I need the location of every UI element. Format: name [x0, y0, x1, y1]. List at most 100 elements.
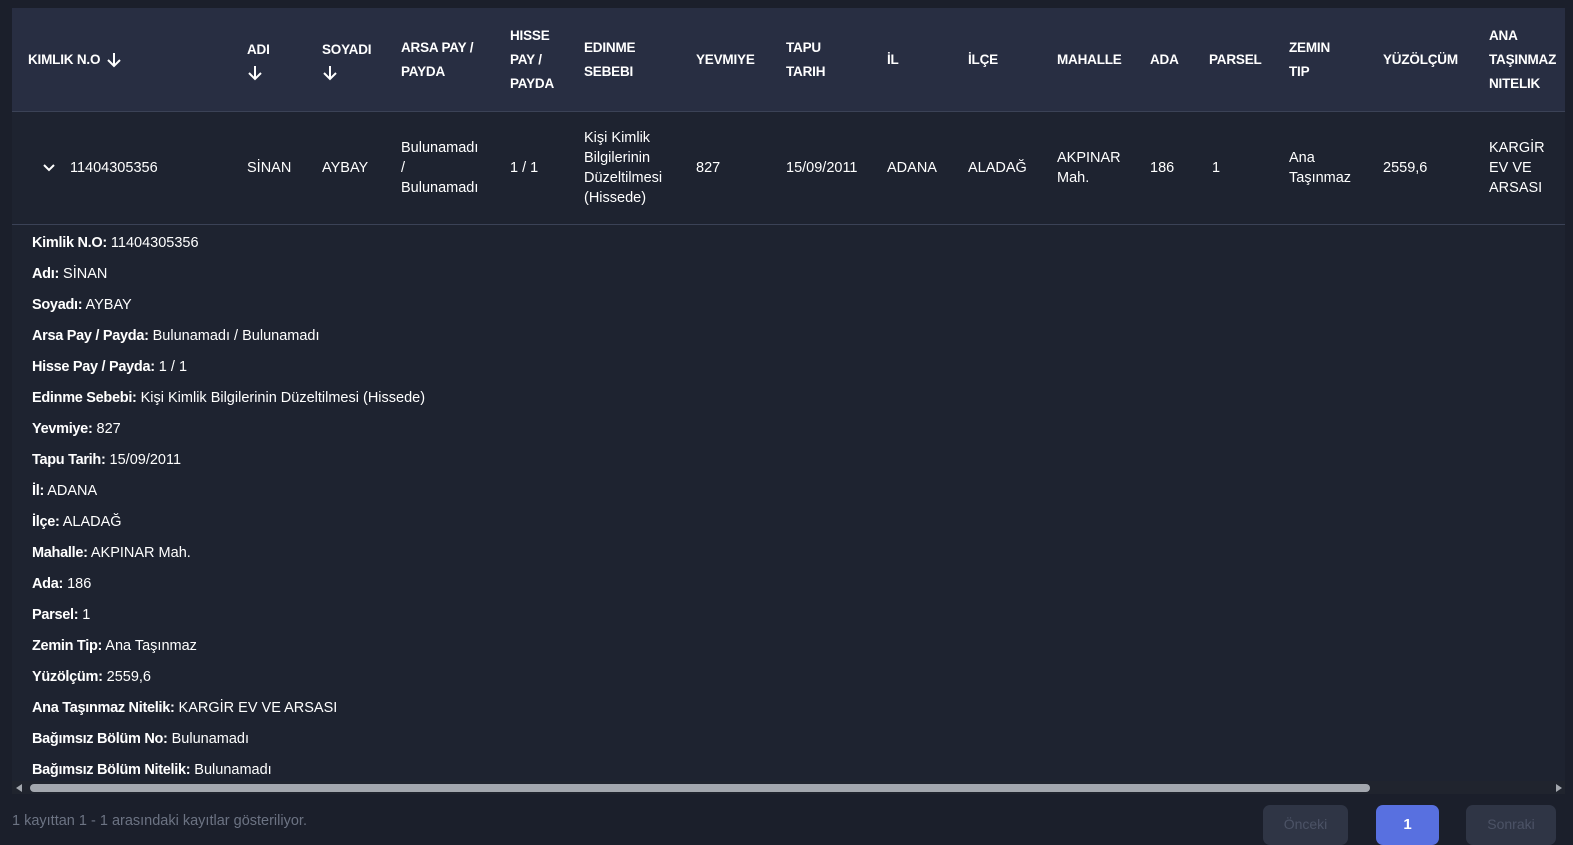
scroll-right-icon[interactable] [1556, 784, 1562, 792]
header-yuzolcum[interactable]: YÜZÖLÇÜM [1383, 8, 1458, 111]
data-table: KIMLIK N.O ADI SOYADI ARSA PAY / PAYDA H… [12, 8, 1565, 784]
header-zemin-line2: TIP [1289, 63, 1310, 79]
header-ilce[interactable]: İLÇE [968, 8, 998, 111]
cell-edinme-line1: Kişi Kimlik [584, 130, 651, 146]
detail-value: ADANA [47, 483, 98, 499]
cell-ana-line1: KARGİR [1489, 140, 1545, 156]
cell-edinme-line2: Bilgilerinin [584, 150, 651, 166]
detail-value: 186 [67, 576, 92, 592]
cell-parsel: 1 [1212, 112, 1220, 224]
cell-yevmiye-value: 827 [696, 160, 721, 176]
header-arsa[interactable]: ARSA PAY / PAYDA [401, 8, 473, 111]
detail-row: Adı: SİNAN [32, 264, 1532, 295]
horizontal-scrollbar[interactable] [12, 781, 1565, 794]
cell-il: ADANA [887, 112, 937, 224]
detail-label: Mahalle: [32, 545, 88, 561]
header-edinme-line1: EDINME [584, 39, 636, 55]
header-parsel[interactable]: PARSEL [1209, 8, 1262, 111]
detail-value: 2559,6 [106, 669, 151, 685]
detail-value: 1 / 1 [158, 359, 188, 375]
detail-row: Hisse Pay / Payda: 1 / 1 [32, 357, 1532, 388]
header-hisse[interactable]: HISSE PAY / PAYDA [510, 8, 554, 111]
cell-hisse: 1 / 1 [510, 112, 538, 224]
cell-adi-value: SİNAN [247, 160, 292, 176]
cell-ilce: ALADAĞ [968, 112, 1027, 224]
cell-soyadi-value: AYBAY [322, 160, 369, 176]
detail-label: Bağımsız Bölüm No: [32, 731, 168, 747]
detail-value: 11404305356 [110, 235, 199, 251]
scroll-left-icon[interactable] [16, 784, 22, 792]
detail-row: İl: ADANA [32, 481, 1532, 512]
detail-row: Mahalle: AKPINAR Mah. [32, 543, 1532, 574]
detail-value: KARGİR EV VE ARSASI [178, 700, 338, 716]
arrow-down-icon[interactable] [106, 51, 122, 69]
detail-label: Yüzölçüm: [32, 669, 103, 685]
detail-value: Kişi Kimlik Bilgilerinin Düzeltilmesi (H… [140, 390, 426, 406]
header-zemin[interactable]: ZEMIN TIP [1289, 8, 1330, 111]
detail-label: Soyadı: [32, 297, 83, 313]
cell-tapu-value: 15/09/2011 [786, 160, 858, 176]
next-page-button[interactable]: Sonraki [1466, 805, 1556, 845]
detail-label: Ana Taşınmaz Nitelik: [32, 700, 175, 716]
header-kimlik-label: KIMLIK N.O [28, 51, 101, 67]
header-arsa-line1: ARSA PAY / [401, 39, 474, 55]
arrow-down-icon[interactable] [322, 64, 338, 82]
detail-label: Kimlik N.O: [32, 235, 107, 251]
detail-label: Parsel: [32, 607, 79, 623]
table-row[interactable]: 11404305356 SİNAN AYBAY Bulunamadı / Bul… [12, 112, 1565, 225]
detail-label: Adı: [32, 266, 59, 282]
cell-mahalle-line1: AKPINAR [1057, 150, 1121, 166]
cell-yevmiye: 827 [696, 112, 720, 224]
header-adi[interactable]: ADI [247, 8, 270, 111]
cell-il-value: ADANA [887, 160, 937, 176]
detail-label: Ada: [32, 576, 64, 592]
header-tapu-line1: TAPU [786, 39, 821, 55]
cell-yuzolcum: 2559,6 [1383, 112, 1427, 224]
arrow-down-icon[interactable] [247, 64, 263, 82]
previous-page-button[interactable]: Önceki [1263, 805, 1348, 845]
cell-edinme: Kişi Kimlik Bilgilerinin Düzeltilmesi (H… [584, 112, 662, 224]
header-edinme[interactable]: EDINME SEBEBI [584, 8, 636, 111]
header-soyadi[interactable]: SOYADI [322, 8, 372, 111]
cell-zemin-line2: Taşınmaz [1289, 170, 1352, 186]
detail-row: Yüzölçüm: 2559,6 [32, 667, 1532, 698]
detail-label: Arsa Pay / Payda: [32, 328, 149, 344]
detail-row: Zemin Tip: Ana Taşınmaz [32, 636, 1532, 667]
page-1-button[interactable]: 1 [1376, 805, 1439, 845]
header-il[interactable]: İL [887, 8, 899, 111]
header-tapu[interactable]: TAPU TARIH [786, 8, 825, 111]
cell-zemin-line1: Ana [1289, 150, 1315, 166]
header-mahalle-label: MAHALLE [1057, 51, 1122, 67]
chevron-down-icon[interactable] [42, 163, 56, 173]
cell-ilce-value: ALADAĞ [968, 160, 1027, 176]
detail-value: Bulunamadı [171, 731, 250, 747]
detail-label: Zemin Tip: [32, 638, 103, 654]
detail-row: Ana Taşınmaz Nitelik: KARGİR EV VE ARSAS… [32, 698, 1532, 729]
detail-value: ALADAĞ [62, 514, 122, 530]
header-ana[interactable]: ANA TAŞINMAZ NITELIK [1489, 8, 1556, 111]
header-kimlik[interactable]: KIMLIK N.O [28, 8, 122, 111]
pagination-info: 1 kayıttan 1 - 1 arasındaki kayıtlar gös… [12, 813, 307, 829]
header-ada[interactable]: ADA [1150, 8, 1179, 111]
header-zemin-line1: ZEMIN [1289, 39, 1330, 55]
cell-ana-line2: EV VE [1489, 160, 1532, 176]
cell-mahalle-line2: Mah. [1057, 170, 1090, 186]
cell-edinme-line4: (Hissede) [584, 190, 647, 206]
detail-label: Hisse Pay / Payda: [32, 359, 155, 375]
detail-row: Kimlik N.O: 11404305356 [32, 233, 1532, 264]
table-header: KIMLIK N.O ADI SOYADI ARSA PAY / PAYDA H… [12, 8, 1565, 112]
header-mahalle[interactable]: MAHALLE [1057, 8, 1122, 111]
header-yevmiye[interactable]: YEVMIYE [696, 8, 755, 111]
detail-value: Ana Taşınmaz [105, 638, 197, 654]
detail-value: Bulunamadı [194, 762, 272, 778]
detail-value: AYBAY [85, 297, 132, 313]
cell-arsa: Bulunamadı / Bulunamadı [401, 112, 478, 224]
header-yuzolcum-label: YÜZÖLÇÜM [1383, 51, 1458, 67]
row-detail-panel: Kimlik N.O: 11404305356 Adı: SİNAN Soyad… [32, 233, 1532, 784]
detail-label: İlçe: [32, 514, 60, 530]
header-tapu-line2: TARIH [786, 63, 826, 79]
cell-ada: 186 [1150, 112, 1174, 224]
detail-row: Yevmiye: 827 [32, 419, 1532, 450]
scrollbar-thumb[interactable] [30, 784, 1370, 792]
header-ilce-label: İLÇE [968, 51, 998, 67]
